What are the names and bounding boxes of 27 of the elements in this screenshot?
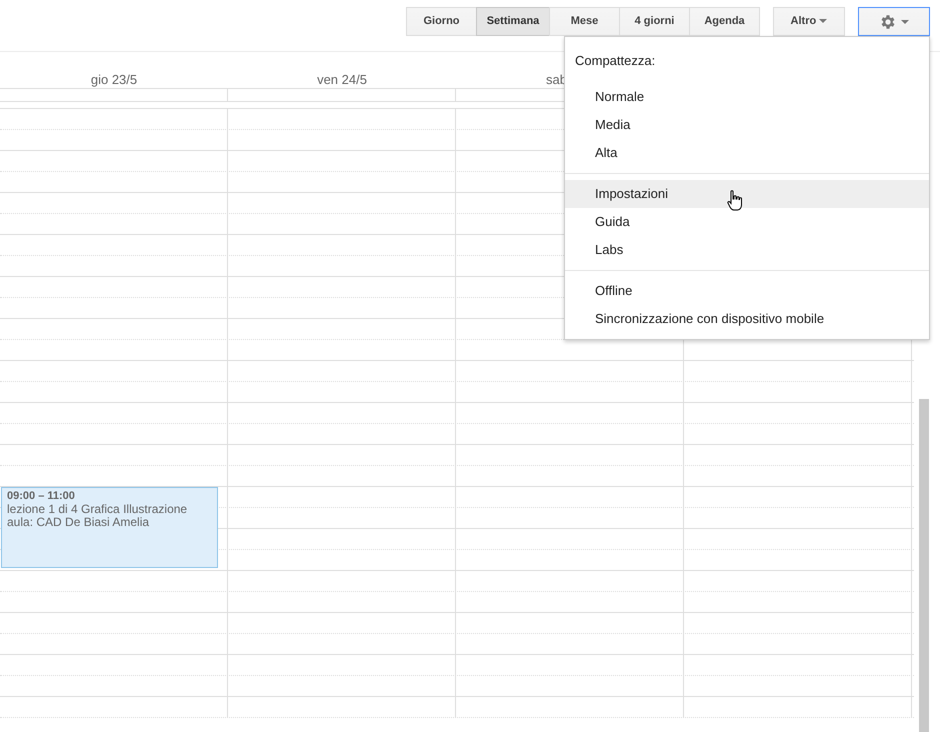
day-header[interactable]: ven 24/5 bbox=[317, 72, 367, 87]
menu-item[interactable]: Offline bbox=[565, 276, 929, 304]
menu-item[interactable]: Alta bbox=[565, 138, 929, 166]
view-tab[interactable]: Giorno bbox=[406, 7, 477, 36]
caret-icon bbox=[900, 20, 909, 24]
event-time: 09:00 – 11:00 bbox=[7, 490, 76, 503]
hand-pointer-icon bbox=[727, 190, 743, 212]
event-text: lezione 1 di 4 Grafica Illustrazione bbox=[7, 503, 188, 516]
menu-heading: Compattezza: bbox=[574, 52, 656, 70]
menu-item[interactable]: Labs bbox=[565, 236, 929, 264]
scrollbar-thumb[interactable] bbox=[919, 399, 929, 732]
event-text: aula: CAD De Biasi Amelia bbox=[7, 516, 150, 529]
caret-icon bbox=[819, 19, 828, 24]
menu-item[interactable]: Guida bbox=[565, 208, 929, 236]
view-tab[interactable]: 4 giorni bbox=[619, 7, 690, 36]
day-header[interactable]: gio 23/5 bbox=[90, 72, 138, 87]
settings-icon bbox=[879, 12, 898, 30]
menu-item[interactable]: Sincronizzazione con dispositivo mobile bbox=[565, 304, 929, 332]
settings-button[interactable] bbox=[858, 7, 930, 36]
calendar-event[interactable]: 09:00 – 11:00 lezione 1 di 4 Grafica Illustrazione aula: CAD De Biasi Amelia bbox=[1, 487, 218, 568]
menu-item[interactable]: Media bbox=[565, 110, 929, 138]
view-tab[interactable]: Mese bbox=[549, 7, 620, 36]
more-button[interactable]: Altro bbox=[773, 7, 845, 36]
view-tab[interactable]: Settimana bbox=[476, 7, 550, 36]
menu-item[interactable]: Normale bbox=[565, 82, 929, 110]
menu-item[interactable]: Impostazioni bbox=[565, 180, 929, 208]
view-tab[interactable]: Agenda bbox=[689, 7, 760, 36]
